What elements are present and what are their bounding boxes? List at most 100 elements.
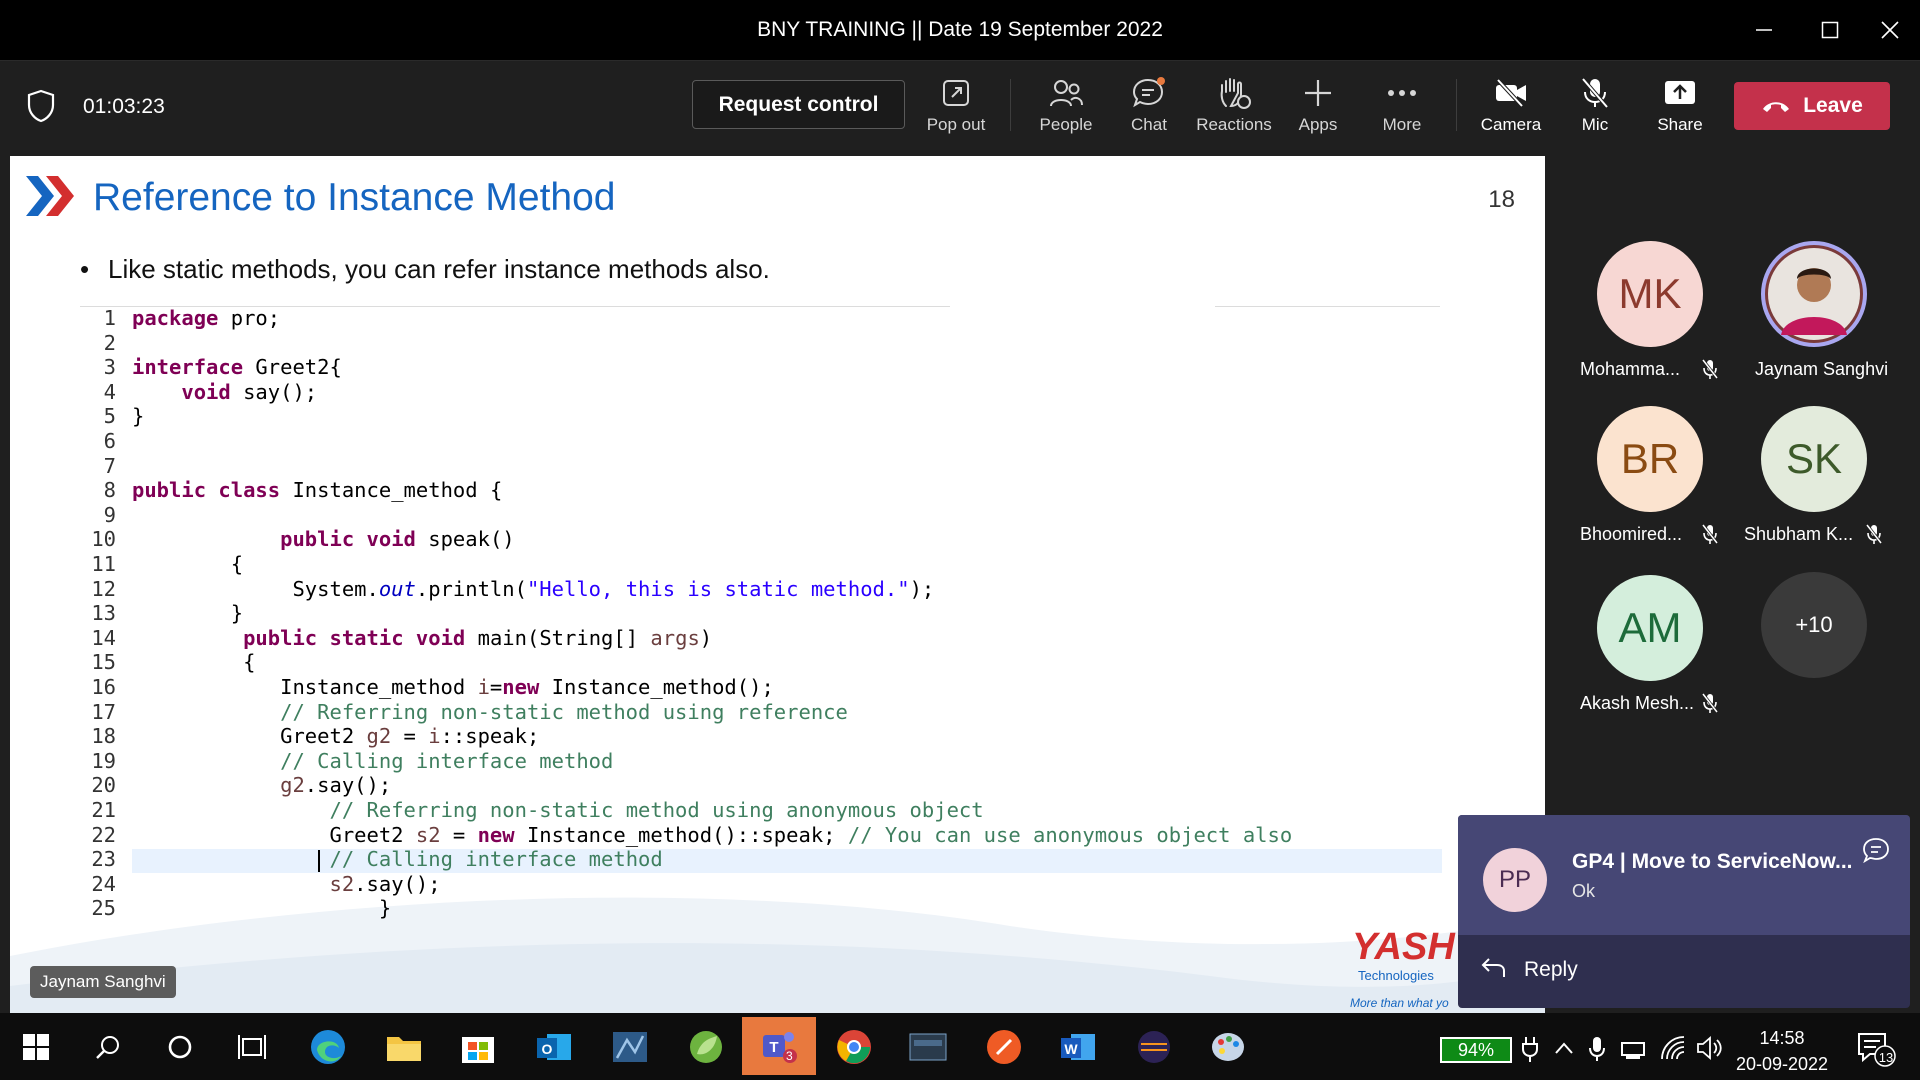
taskbar-outlook[interactable]: O xyxy=(532,1025,576,1069)
participant-avatar[interactable]: SK xyxy=(1761,406,1867,512)
line-number: 16 xyxy=(91,675,116,699)
code-line: { xyxy=(132,650,256,675)
chat-label: Chat xyxy=(1131,115,1167,134)
participant-avatar[interactable]: MK xyxy=(1597,241,1703,347)
app-icon xyxy=(613,1032,647,1062)
code-line: public static void main(String[] args) xyxy=(243,625,713,650)
line-number: 4 xyxy=(103,379,116,404)
clock-time: 14:58 xyxy=(1759,1028,1805,1048)
spring-icon xyxy=(690,1031,722,1063)
taskbar-paint[interactable] xyxy=(1206,1025,1250,1069)
taskbar-file-explorer[interactable] xyxy=(382,1025,426,1069)
microphone-tray-icon[interactable] xyxy=(1588,1035,1606,1063)
apps-button[interactable]: Apps xyxy=(1276,75,1360,143)
svg-text:W: W xyxy=(1064,1041,1078,1057)
more-button[interactable]: More xyxy=(1360,75,1444,143)
line-number: 11 xyxy=(91,552,116,576)
reply-button[interactable]: Reply xyxy=(1524,958,1578,982)
line-number: 19 xyxy=(91,748,116,773)
mysql-icon xyxy=(909,1033,947,1061)
taskbar-store[interactable] xyxy=(456,1025,500,1069)
task-view-button[interactable] xyxy=(230,1025,274,1069)
pop-out-button[interactable]: Pop out xyxy=(914,75,998,143)
close-icon xyxy=(1881,21,1899,39)
apps-label: Apps xyxy=(1298,115,1338,134)
wifi-icon[interactable] xyxy=(1660,1035,1688,1061)
code-line: } xyxy=(132,404,145,429)
window-titlebar: BNY TRAINING || Date 19 September 2022 xyxy=(0,0,1920,60)
line-number: 24 xyxy=(91,871,116,896)
search-icon xyxy=(96,1036,119,1059)
person-photo-icon xyxy=(1768,248,1860,340)
participant-avatar[interactable]: BR xyxy=(1597,406,1703,512)
chat-icon xyxy=(1863,838,1889,863)
chevron-logo-icon xyxy=(26,176,74,216)
line-number: 15 xyxy=(91,650,116,675)
teams-badge: 3 xyxy=(786,1049,793,1063)
search-button[interactable] xyxy=(86,1025,130,1069)
taskbar-eclipse[interactable] xyxy=(1132,1025,1176,1069)
clock-date: 20-09-2022 xyxy=(1735,1054,1829,1074)
store-icon xyxy=(462,1037,494,1063)
chevron-up-icon[interactable] xyxy=(1554,1041,1574,1055)
teams-icon: T xyxy=(763,1032,797,1063)
code-line: Instance_method i=new Instance_method(); xyxy=(132,675,774,699)
mic-button[interactable]: Mic xyxy=(1553,75,1637,143)
taskbar-edge[interactable] xyxy=(306,1025,350,1069)
taskbar-chrome[interactable] xyxy=(832,1025,876,1069)
line-number: 6 xyxy=(103,429,116,453)
line-number: 21 xyxy=(91,798,116,822)
taskbar-word[interactable]: W xyxy=(1056,1025,1100,1069)
code-line: } xyxy=(132,601,244,626)
close-button[interactable] xyxy=(1860,0,1920,60)
camera-off-icon xyxy=(1494,75,1528,111)
participant-name: Shubham K... xyxy=(1744,524,1854,544)
people-icon xyxy=(1049,75,1083,111)
reply-arrow-icon xyxy=(1481,958,1505,977)
svg-text:T: T xyxy=(769,1039,778,1056)
shared-slide: Reference to Instance Method 18 • Like st… xyxy=(10,156,1545,1013)
text-caret xyxy=(318,850,320,873)
line-number: 23 xyxy=(91,847,116,872)
taskbar-mysql[interactable] xyxy=(906,1025,950,1069)
line-number: 14 xyxy=(91,625,116,650)
chrome-icon xyxy=(837,1030,871,1064)
minimize-button[interactable] xyxy=(1734,0,1794,60)
chat-notification[interactable]: PP GP4 | Move to ServiceNow... Ok Reply xyxy=(1458,815,1910,1008)
chat-button[interactable]: Chat xyxy=(1107,75,1191,143)
participant-name: Mohamma... xyxy=(1580,359,1681,379)
taskbar-clock[interactable]: 14:58 20-09-2022 xyxy=(1732,1025,1832,1077)
start-button[interactable] xyxy=(14,1025,58,1069)
camera-button[interactable]: Camera xyxy=(1469,75,1553,143)
code-line: public class Instance_method { xyxy=(132,478,503,503)
code-line: { xyxy=(132,552,244,576)
people-button[interactable]: People xyxy=(1024,75,1108,143)
code-line: package pro; xyxy=(132,306,281,330)
code-line: } xyxy=(132,896,392,921)
participant-avatar[interactable] xyxy=(1761,241,1867,347)
svg-text:O: O xyxy=(542,1041,553,1057)
code-line: // Referring non-static method using ano… xyxy=(329,798,984,822)
line-number: 8 xyxy=(103,478,116,503)
participant-avatar[interactable]: AM xyxy=(1597,575,1703,681)
plus-icon xyxy=(1303,75,1333,111)
share-screen-icon xyxy=(1663,75,1697,111)
taskbar-spring-tool[interactable] xyxy=(684,1025,728,1069)
battery-indicator[interactable]: 94% xyxy=(1440,1037,1512,1063)
taskbar-jdeveloper[interactable] xyxy=(608,1025,652,1069)
reactions-button[interactable]: Reactions xyxy=(1192,75,1276,143)
leave-button[interactable]: Leave xyxy=(1734,82,1890,130)
taskbar-postman[interactable] xyxy=(982,1025,1026,1069)
taskbar-teams-active[interactable]: T3 xyxy=(742,1017,816,1075)
share-button[interactable]: Share xyxy=(1638,75,1722,143)
more-participants-button[interactable]: +10 xyxy=(1761,572,1867,678)
request-control-button[interactable]: Request control xyxy=(692,80,905,129)
cortana-button[interactable] xyxy=(158,1025,202,1069)
line-number: 12 xyxy=(91,576,116,601)
volume-icon[interactable] xyxy=(1696,1035,1724,1061)
power-plug-icon xyxy=(1522,1037,1538,1062)
participant-name: Jaynam Sanghvi xyxy=(1755,359,1889,379)
slide-bullet: • Like static methods, you can refer inst… xyxy=(80,254,770,284)
network-icon[interactable] xyxy=(1620,1037,1646,1061)
maximize-button[interactable] xyxy=(1800,0,1860,60)
